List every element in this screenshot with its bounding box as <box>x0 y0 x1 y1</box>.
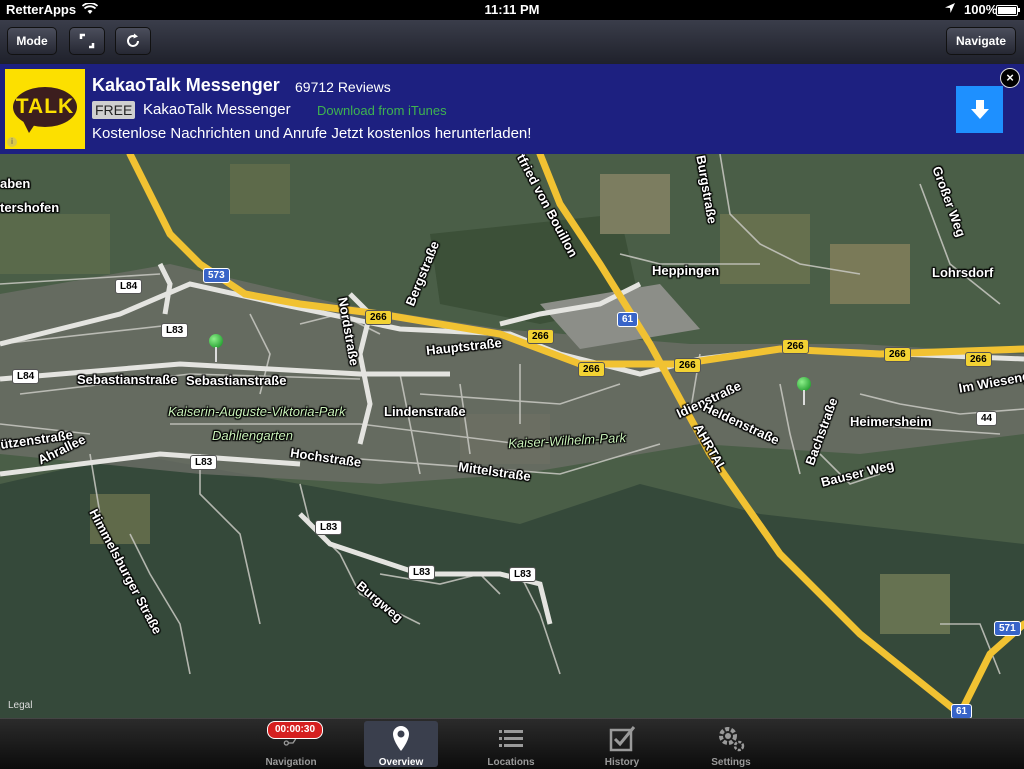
road-shield: 571 <box>994 621 1021 636</box>
pin-head <box>209 334 223 348</box>
pin-head <box>797 377 811 391</box>
battery-tip <box>1018 8 1020 12</box>
road-shield: 266 <box>674 358 701 373</box>
fullscreen-button[interactable] <box>69 27 105 55</box>
clock: 11:11 PM <box>484 2 540 17</box>
battery-icon <box>996 5 1018 16</box>
street-label: Sebastianstraße <box>77 372 178 387</box>
gear-icon <box>719 727 745 752</box>
road-shield: 61 <box>951 704 973 718</box>
ad-info-icon[interactable]: i <box>7 137 17 147</box>
timer-badge: 00:00:30 <box>267 721 323 739</box>
legal-link[interactable]: Legal <box>8 700 32 711</box>
list-icon <box>499 730 523 747</box>
park-label: Kaiserin-Auguste-Viktoria-Park <box>168 404 346 419</box>
ad-subtitle: KakaoTalk Messenger <box>143 101 291 118</box>
tab-label: Locations <box>487 757 535 768</box>
location-pin-icon[interactable] <box>797 377 811 407</box>
place-label: tershofen <box>0 200 60 215</box>
refresh-button[interactable] <box>115 27 151 55</box>
road-shield: 573 <box>203 268 230 283</box>
road-shield: L83 <box>408 565 436 580</box>
status-bar: RetterApps 11:11 PM 100% <box>0 0 1024 20</box>
place-label: Heppingen <box>652 263 720 278</box>
tab-label: Navigation <box>265 757 317 768</box>
tab-overview[interactable]: Overview <box>364 721 438 768</box>
place-label: Heimersheim <box>850 414 932 429</box>
road-shield: 266 <box>527 329 554 344</box>
refresh-icon <box>127 33 139 47</box>
navigate-button[interactable]: Navigate <box>946 27 1016 55</box>
road-shield: L83 <box>509 567 537 582</box>
place-label: Lohrsdorf <box>932 265 994 280</box>
free-badge: FREE <box>92 101 136 119</box>
logo-bubble-tail <box>23 121 37 133</box>
tab-history[interactable]: History <box>585 721 659 768</box>
tab-label: Settings <box>711 757 751 768</box>
download-arrow-icon <box>970 99 989 119</box>
download-button[interactable] <box>956 86 1003 133</box>
road-shield: L83 <box>161 323 189 338</box>
map-pin-icon <box>393 726 409 751</box>
park-label: Dahliengarten <box>212 428 293 443</box>
kakaotalk-logo: TALK i <box>5 69 85 149</box>
fullscreen-icon <box>79 33 95 49</box>
itunes-link[interactable]: Download from iTunes <box>317 103 447 118</box>
tab-locations[interactable]: Locations <box>474 721 548 768</box>
checkbox-icon <box>609 726 636 752</box>
ad-banner[interactable]: TALK i KakaoTalk Messenger 69712 Reviews… <box>0 64 1024 154</box>
ad-reviews: 69712 Reviews <box>295 79 391 95</box>
road-shield: L83 <box>190 455 218 470</box>
satellite-map[interactable]: aben tershofen Heppingen Lohrsdorf Heime… <box>0 154 1024 718</box>
location-arrow-icon <box>944 2 956 17</box>
mode-button[interactable]: Mode <box>7 27 57 55</box>
tab-bar: Navigation 00:00:30 Overview Locations H… <box>0 718 1024 769</box>
road-shield: 266 <box>965 352 992 367</box>
road-shield: L83 <box>315 520 343 535</box>
battery-percent: 100% <box>964 2 998 17</box>
road-shield: 44 <box>976 411 998 426</box>
pin-stick <box>803 390 805 405</box>
pin-stick <box>215 347 217 362</box>
location-pin-icon[interactable] <box>209 334 223 364</box>
street-label: Lindenstraße <box>384 404 466 419</box>
ad-close-button[interactable]: × <box>1000 68 1020 88</box>
road-shield: 61 <box>617 312 639 327</box>
road-shield: L84 <box>12 369 40 384</box>
road-shield: 266 <box>365 310 392 325</box>
toolbar: Mode Navigate <box>0 20 1024 65</box>
road-shield: 266 <box>884 347 911 362</box>
road-shield: 266 <box>782 339 809 354</box>
ad-title: KakaoTalk Messenger <box>92 75 280 95</box>
place-label: aben <box>0 176 31 191</box>
tab-label: History <box>604 757 640 768</box>
road-shield: L84 <box>115 279 143 294</box>
ad-description: Kostenlose Nachrichten und Anrufe Jetzt … <box>92 125 532 142</box>
tab-settings[interactable]: Settings <box>694 721 768 768</box>
street-label: Sebastianstraße <box>186 373 287 388</box>
road-shield: 266 <box>578 362 605 377</box>
tab-label: Overview <box>378 757 424 768</box>
